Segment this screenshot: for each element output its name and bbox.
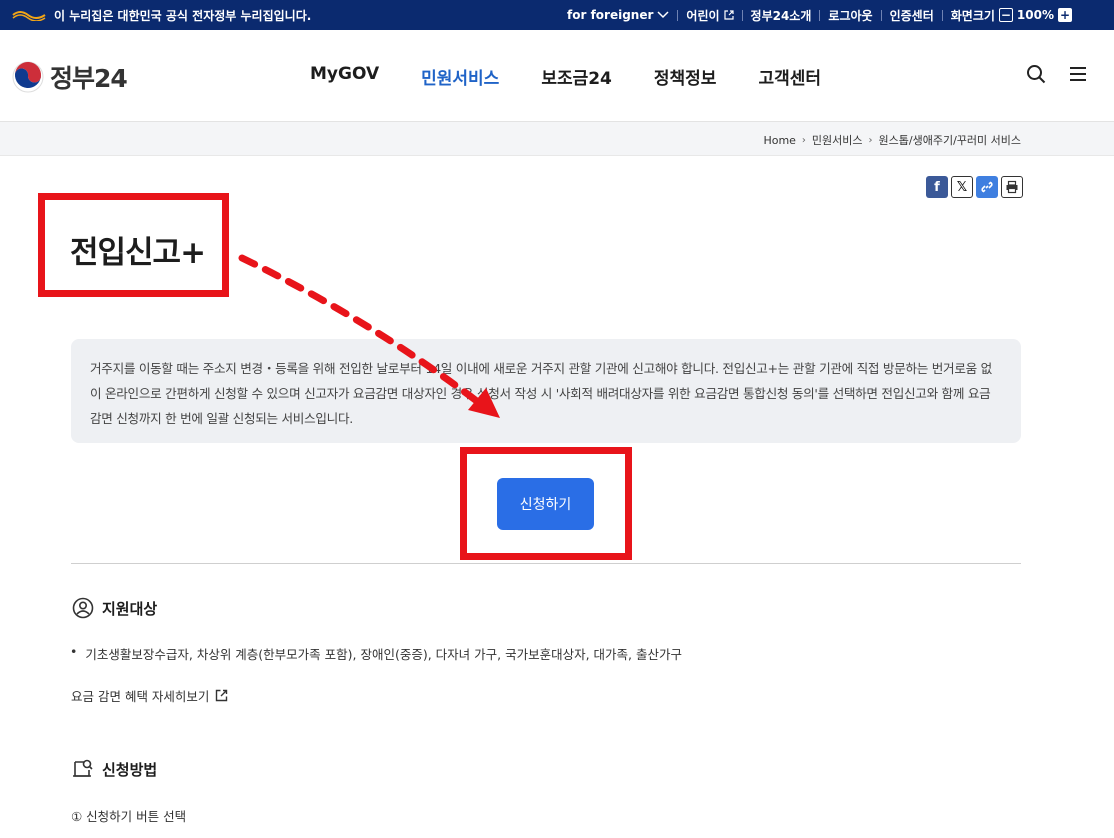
logo-text: 정부24 [50,64,128,93]
link-copy-icon[interactable] [976,176,998,198]
button-highlight-box [460,447,632,560]
search-icon[interactable] [1026,64,1046,84]
chevron-right-icon: › [868,134,873,146]
list-item: • 기초생활보장수급자, 차상위 계층(한부모가족 포함), 장애인(중증), … [70,644,682,663]
main-nav: MyGOV 민원서비스 보조금24 정책정보 고객센터 [310,64,821,89]
title-highlight-box [38,193,229,297]
support-heading-text: 지원대상 [102,599,158,618]
breadcrumb-bar: Home › 민원서비스 › 원스톱/생애주기/꾸러미 서비스 [0,122,1114,156]
foreigner-label: for foreigner [567,8,654,22]
zoom-in-button[interactable]: + [1058,8,1072,22]
gov24-logo[interactable]: 정부24 [12,59,128,95]
chevron-right-icon: › [801,134,806,146]
support-target-text: 기초생활보장수급자, 차상위 계층(한부모가족 포함), 장애인(중증), 다자… [85,647,682,662]
taegeuk-logo-icon [12,61,44,93]
kids-link[interactable]: 어린이 [678,7,741,24]
site-header: 정부24 MyGOV 민원서비스 보조금24 정책정보 고객센터 [0,30,1114,122]
nav-customer-center[interactable]: 고객센터 [758,64,821,89]
zoom-label: 화면크기 [950,8,995,23]
foreigner-link[interactable]: for foreigner [559,8,677,22]
document-search-icon [73,759,93,777]
nav-policy-info[interactable]: 정책정보 [654,64,717,89]
facebook-share-icon[interactable]: f [926,176,948,198]
menu-icon[interactable] [1068,64,1088,84]
zoom-out-button[interactable]: − [998,8,1013,22]
person-circle-icon [72,597,94,619]
logout-link[interactable]: 로그아웃 [820,7,880,24]
egov-logo-icon [12,11,46,21]
breadcrumb-home[interactable]: Home [763,134,795,147]
nav-subsidy24[interactable]: 보조금24 [541,64,612,89]
external-link-icon [216,689,228,702]
fee-benefit-link-text: 요금 감면 혜택 자세히보기 [71,689,210,704]
service-description: 거주지를 이동할 때는 주소지 변경・등록을 위해 전입한 날로부터 14일 이… [71,339,1021,443]
gov-notice-text: 이 누리집은 대한민국 공식 전자정부 누리집입니다. [54,8,312,23]
method-heading-text: 신청방법 [102,760,158,779]
divider [71,563,1021,564]
application-method-heading: 신청방법 [72,758,157,780]
fee-benefit-link[interactable]: 요금 감면 혜택 자세히보기 [71,686,228,705]
cert-center-link[interactable]: 인증센터 [882,7,942,24]
breadcrumb-civil-service[interactable]: 민원서비스 [812,132,863,148]
support-target-heading: 지원대상 [72,597,157,619]
kids-label: 어린이 [686,8,720,23]
chevron-down-icon [657,11,669,19]
about-link[interactable]: 정부24소개 [743,7,820,24]
nav-mygov[interactable]: MyGOV [310,64,379,89]
zoom-value: 100% [1016,8,1054,22]
nav-civil-service[interactable]: 민원서비스 [421,64,499,89]
bullet-dot: • [70,644,78,659]
external-link-icon [723,10,734,20]
method-step-1: ① 신청하기 버튼 선택 [71,809,187,824]
breadcrumb: Home › 민원서비스 › 원스톱/생애주기/꾸러미 서비스 [763,132,1021,148]
print-icon[interactable] [1001,176,1023,198]
gov-notice-bar: 이 누리집은 대한민국 공식 전자정부 누리집입니다. for foreigne… [0,0,1114,30]
breadcrumb-onestop[interactable]: 원스톱/생애주기/꾸러미 서비스 [879,132,1021,148]
share-toolbar: f 𝕏 [926,176,1023,198]
x-share-icon[interactable]: 𝕏 [951,176,973,198]
